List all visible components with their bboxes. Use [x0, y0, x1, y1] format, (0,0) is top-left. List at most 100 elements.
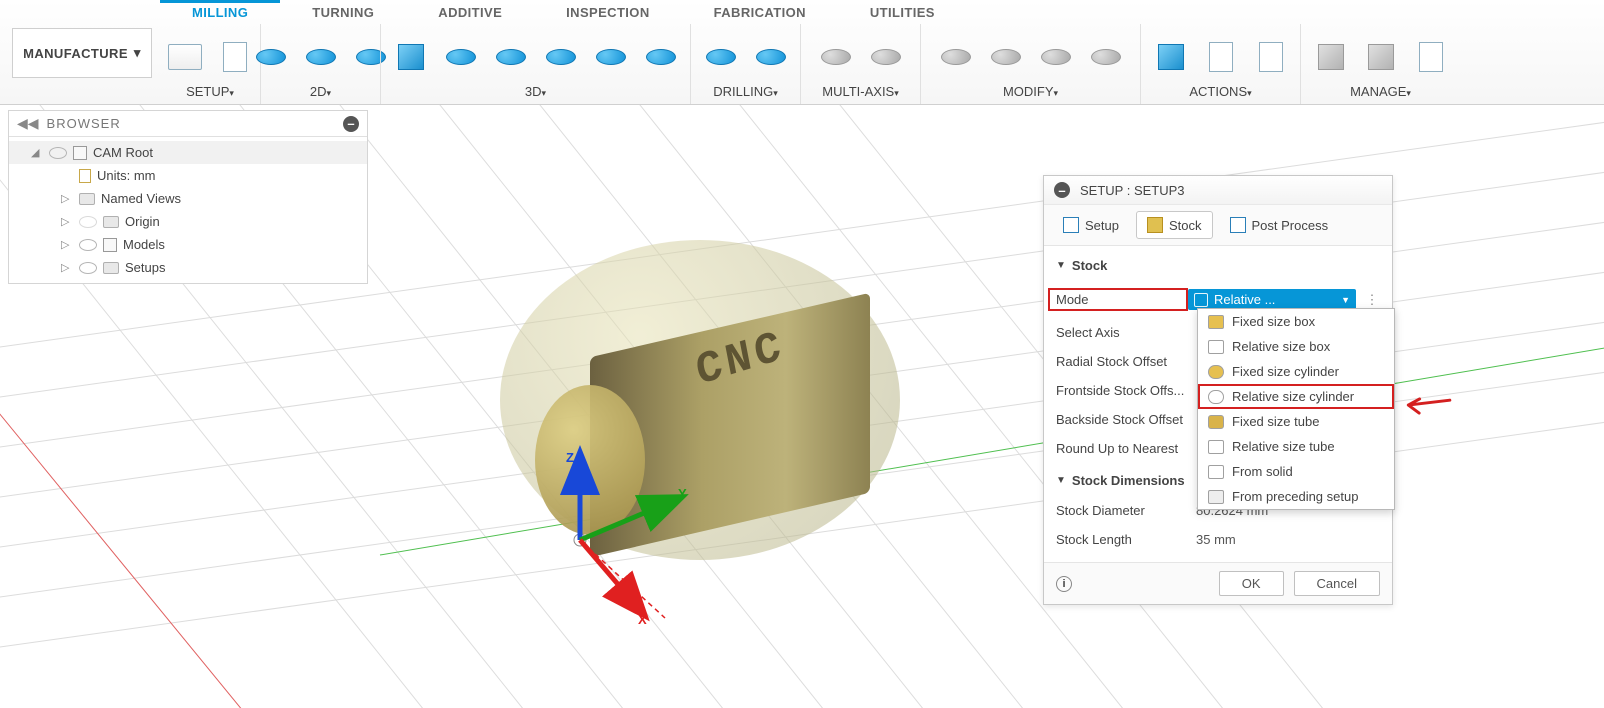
tree-label: Models	[123, 237, 165, 252]
modify-icon[interactable]	[988, 39, 1024, 75]
chevron-down-icon: ▼	[1056, 475, 1066, 486]
model-preview[interactable]: CNC	[490, 230, 910, 570]
ribbon-tab-inspection[interactable]: INSPECTION	[534, 0, 681, 24]
ribbon-tab-additive[interactable]: ADDITIVE	[406, 0, 534, 24]
group-label: DRILLING	[713, 84, 773, 99]
component-icon	[73, 146, 87, 160]
dropdown-item-relative-cylinder[interactable]: Relative size cylinder	[1198, 384, 1394, 409]
tree-item-origin[interactable]: ▷ Origin	[9, 210, 367, 233]
tree-label: CAM Root	[93, 145, 153, 160]
setup-gcode-icon[interactable]	[217, 39, 253, 75]
modify-icon[interactable]	[1088, 39, 1124, 75]
2d-contour-icon[interactable]	[303, 39, 339, 75]
3d-contour-icon[interactable]	[543, 39, 579, 75]
ribbon-tab-utilities[interactable]: UTILITIES	[838, 0, 967, 24]
chevron-down-icon: ▼	[1341, 295, 1350, 305]
3d-scallop-icon[interactable]	[643, 39, 679, 75]
postprocess-icon[interactable]	[1203, 39, 1239, 75]
setup-sheet-icon[interactable]	[1253, 39, 1289, 75]
expand-icon[interactable]: ▷	[61, 238, 73, 251]
tube-icon	[1208, 415, 1224, 429]
tree-item-cam-root[interactable]: ◢ CAM Root	[9, 141, 367, 164]
cancel-button[interactable]: Cancel	[1294, 571, 1380, 596]
ribbon-tab-turning[interactable]: TURNING	[280, 0, 406, 24]
expand-icon[interactable]: ▷	[61, 192, 73, 205]
expand-icon[interactable]: ◢	[31, 146, 43, 159]
stock-length-value: 35 mm	[1196, 532, 1236, 547]
drill-icon[interactable]	[703, 39, 739, 75]
modify-icon[interactable]	[1038, 39, 1074, 75]
folder-icon	[103, 216, 119, 228]
group-setup: SETUP ▾	[160, 24, 260, 104]
dropdown-item-fixed-box[interactable]: Fixed size box	[1198, 309, 1394, 334]
chevron-down-icon[interactable]: ▾	[1406, 88, 1411, 99]
dropdown-item-relative-box[interactable]: Relative size box	[1198, 334, 1394, 359]
tab-stock[interactable]: Stock	[1136, 211, 1213, 239]
dropdown-item-fixed-tube[interactable]: Fixed size tube	[1198, 409, 1394, 434]
dialog-header[interactable]: – SETUP : SETUP3	[1044, 176, 1392, 205]
chevron-down-icon[interactable]: ▾	[327, 88, 332, 99]
tab-setup[interactable]: Setup	[1052, 211, 1130, 239]
browser-header: ◀◀ BROWSER –	[9, 111, 367, 137]
modify-icon[interactable]	[938, 39, 974, 75]
tree-label: Setups	[125, 260, 165, 275]
3d-ramp-icon[interactable]	[593, 39, 629, 75]
dialog-collapse-icon[interactable]: –	[1054, 182, 1070, 198]
chevron-down-icon[interactable]: ▾	[542, 88, 547, 99]
dropdown-item-relative-tube[interactable]: Relative size tube	[1198, 434, 1394, 459]
chevron-down-icon[interactable]: ▾	[1054, 88, 1059, 99]
cylinder-outline-icon	[1208, 390, 1224, 404]
tree-item-named-views[interactable]: ▷ Named Views	[9, 187, 367, 210]
dropdown-item-from-solid[interactable]: From solid	[1198, 459, 1394, 484]
drill-pattern-icon[interactable]	[753, 39, 789, 75]
visibility-icon[interactable]	[79, 262, 97, 274]
group-modify: MODIFY ▾	[920, 24, 1140, 104]
browser-minimize-icon[interactable]: –	[343, 116, 359, 132]
section-title-stock[interactable]: ▼Stock	[1056, 258, 1380, 273]
post-tab-icon	[1230, 217, 1246, 233]
dropdown-item-fixed-cylinder[interactable]: Fixed size cylinder	[1198, 359, 1394, 384]
info-icon[interactable]: i	[1056, 576, 1072, 592]
expand-icon[interactable]: ▷	[61, 261, 73, 274]
ribbon-tab-milling[interactable]: MILLING	[160, 0, 280, 24]
simulate-icon[interactable]	[1153, 39, 1189, 75]
visibility-icon[interactable]	[49, 147, 67, 159]
folder-icon	[103, 262, 119, 274]
tree-item-units[interactable]: Units: mm	[9, 164, 367, 187]
tree-item-models[interactable]: ▷ Models	[9, 233, 367, 256]
workspace-selector[interactable]: MANUFACTURE ▾	[12, 28, 152, 78]
tool-library-icon[interactable]	[1313, 39, 1349, 75]
mode-dropdown[interactable]: Relative ... ▼	[1188, 289, 1356, 310]
2d-face-icon[interactable]	[253, 39, 289, 75]
dialog-tabs: Setup Stock Post Process	[1044, 205, 1392, 246]
chevron-down-icon[interactable]: ▾	[1247, 88, 1252, 99]
template-library-icon[interactable]	[1413, 39, 1449, 75]
dropdown-item-from-preceding[interactable]: From preceding setup	[1198, 484, 1394, 509]
chevron-down-icon[interactable]: ▾	[229, 88, 234, 99]
visibility-icon[interactable]	[79, 216, 97, 228]
tab-post-process[interactable]: Post Process	[1219, 211, 1340, 239]
visibility-icon[interactable]	[79, 239, 97, 251]
ribbon-tab-fabrication[interactable]: FABRICATION	[682, 0, 838, 24]
folder-icon	[79, 193, 95, 205]
tree-item-setups[interactable]: ▷ Setups	[9, 256, 367, 279]
mode-value: Relative ...	[1214, 292, 1275, 307]
group-3d: 3D ▾	[380, 24, 690, 104]
3d-adaptive-icon[interactable]	[393, 39, 429, 75]
3d-pocket-icon[interactable]	[443, 39, 479, 75]
chevron-down-icon[interactable]: ▾	[773, 88, 778, 99]
mode-menu-icon[interactable]: ⋮	[1364, 292, 1380, 308]
expand-icon[interactable]: ▷	[61, 215, 73, 228]
multiaxis-flow-icon[interactable]	[868, 39, 904, 75]
ok-button[interactable]: OK	[1219, 571, 1284, 596]
dialog-title: SETUP : SETUP3	[1080, 183, 1185, 198]
cylinder-icon	[1208, 365, 1224, 379]
3d-parallel-icon[interactable]	[493, 39, 529, 75]
setup-folder-icon[interactable]	[167, 39, 203, 75]
browser-collapse-icon[interactable]: ◀◀	[17, 115, 39, 132]
machine-library-icon[interactable]	[1363, 39, 1399, 75]
chevron-down-icon: ▼	[1056, 260, 1066, 271]
multiaxis-swarf-icon[interactable]	[818, 39, 854, 75]
units-icon	[79, 169, 91, 183]
chevron-down-icon[interactable]: ▾	[894, 88, 899, 99]
